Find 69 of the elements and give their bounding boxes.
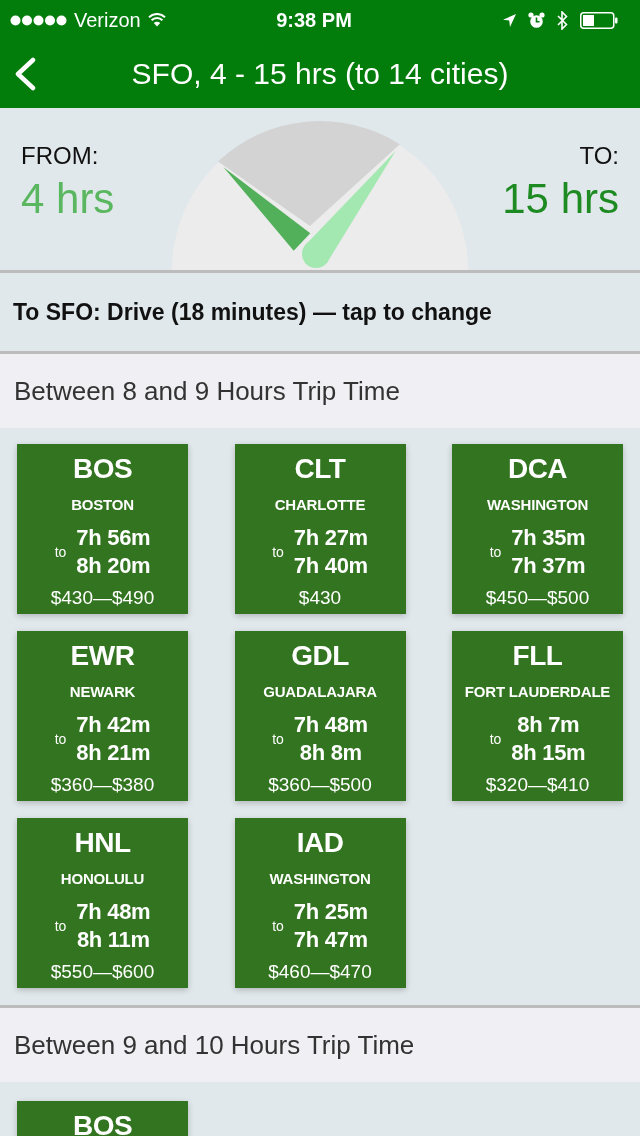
city-name: NEWARK — [69, 682, 136, 702]
city-name: BOSTON — [71, 495, 134, 515]
to-label: to — [54, 918, 67, 934]
airport-code: HNL — [74, 826, 131, 860]
flight-time: 7h 27m — [293, 524, 368, 552]
airport-code: EWR — [70, 639, 135, 673]
city-name: GUADALAJARA — [263, 682, 377, 702]
alarm-clock-icon — [528, 11, 545, 29]
to-label: TO: — [579, 144, 619, 168]
signal-strength-icon — [10, 14, 67, 26]
city-name: WASHINGTON — [269, 869, 371, 889]
flight-time: 7h 35m — [511, 524, 586, 552]
airport-code: FLL — [512, 639, 563, 673]
to-label: to — [54, 731, 67, 747]
flight-time: 8h 15m — [511, 739, 586, 767]
airport-code: BOS — [72, 1109, 133, 1136]
city-name: FORT LAUDERDALE — [464, 682, 611, 702]
flight-time: 7h 47m — [293, 926, 368, 954]
to-value: 15 hrs — [502, 178, 619, 220]
flight-time: 8h 20m — [76, 552, 151, 580]
flight-time: 8h 7m — [517, 711, 580, 739]
location-arrow-icon — [503, 13, 516, 27]
from-label: FROM: — [21, 144, 99, 168]
price-range: $460—$470 — [268, 960, 372, 984]
flight-time: 7h 56m — [76, 524, 151, 552]
section-header: Between 8 and 9 Hours Trip Time — [0, 354, 640, 428]
screen-title: SFO, 4 - 15 hrs (to 14 cities) — [130, 57, 510, 91]
wifi-icon — [147, 13, 166, 27]
price-range: $320—$410 — [485, 773, 590, 797]
back-button[interactable] — [14, 56, 38, 92]
flight-time: 7h 40m — [293, 552, 368, 580]
price-range: $360—$380 — [50, 773, 155, 797]
to-label: to — [54, 544, 67, 560]
price-range: $430 — [298, 586, 342, 610]
city-name: HONOLULU — [60, 869, 145, 889]
from-value: 4 hrs — [21, 178, 115, 220]
city-name: CHARLOTTE — [274, 495, 366, 515]
dial-handle[interactable] — [302, 150, 396, 268]
price-range: $430—$490 — [50, 586, 155, 610]
flight-time: 8h 11m — [76, 926, 150, 954]
to-label: to — [272, 544, 284, 560]
flight-time: 7h 48m — [76, 898, 151, 926]
price-range: $450—$500 — [485, 586, 590, 610]
airport-code: CLT — [294, 452, 346, 486]
airport-code: IAD — [296, 826, 344, 860]
airport-code: BOS — [72, 452, 133, 486]
to-label: to — [489, 544, 502, 560]
to-label: to — [489, 731, 502, 747]
dial-handle[interactable] — [223, 167, 311, 251]
section-header: Between 9 and 10 Hours Trip Time — [0, 1008, 640, 1082]
flight-time: 7h 25m — [293, 898, 368, 926]
flight-time: 7h 37m — [511, 552, 586, 580]
carrier-name: Verizon — [74, 8, 141, 32]
city-name: WASHINGTON — [486, 495, 589, 515]
battery-icon — [580, 11, 618, 29]
flight-time: 8h 21m — [76, 739, 151, 767]
airport-code: GDL — [291, 639, 349, 673]
flight-time: 7h 48m — [293, 711, 368, 739]
to-label: to — [272, 731, 284, 747]
clock-time: 9:38 PM — [276, 8, 352, 32]
price-range: $550—$600 — [50, 960, 155, 984]
price-range: $360—$500 — [268, 773, 372, 797]
airport-code: DCA — [507, 452, 568, 486]
back-chevron-icon — [14, 57, 36, 91]
flight-time: 8h 8m — [299, 739, 362, 767]
bluetooth-icon — [557, 10, 568, 30]
destination-card[interactable]: BOS — [17, 1101, 188, 1136]
flight-time: 7h 42m — [76, 711, 151, 739]
to-label: to — [272, 918, 284, 934]
